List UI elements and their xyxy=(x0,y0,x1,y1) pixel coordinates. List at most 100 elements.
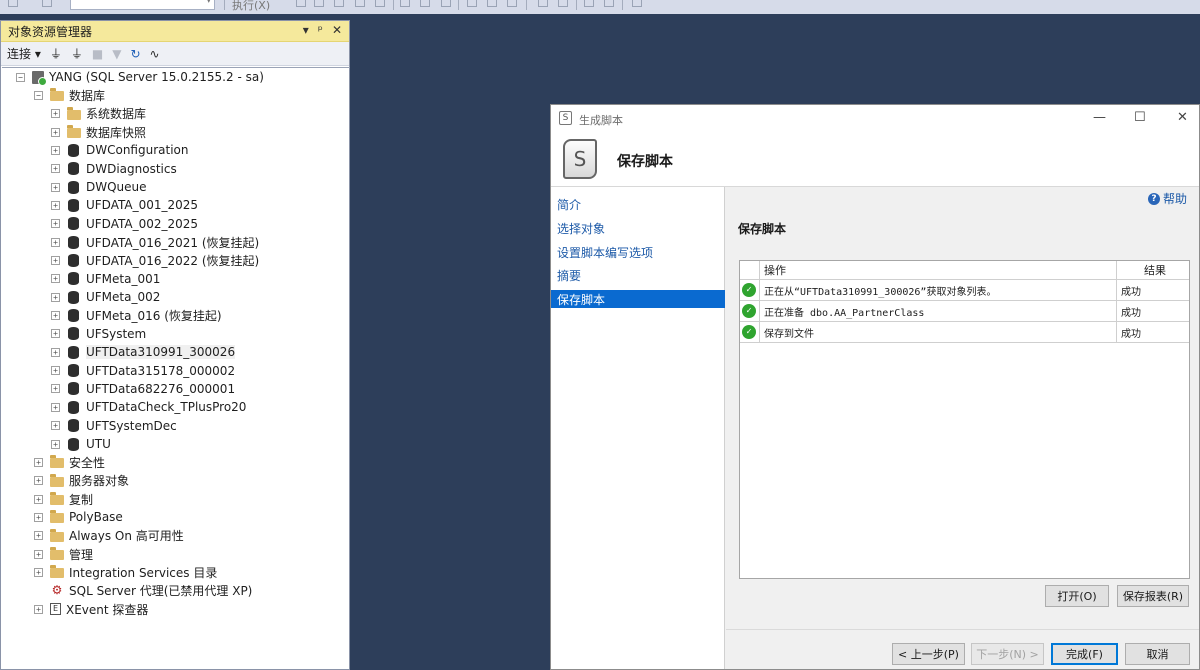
expand-icon[interactable]: + xyxy=(34,476,43,486)
toolbar-icon[interactable] xyxy=(604,0,614,7)
nav-item[interactable]: 设置脚本编写选项 xyxy=(551,243,725,261)
help-link[interactable]: ? 帮助 xyxy=(1147,190,1187,207)
toolbar-icon[interactable] xyxy=(538,0,548,7)
pin-icon[interactable]: ᵖ xyxy=(318,23,323,37)
close-icon[interactable]: ✕ xyxy=(332,23,342,37)
tree-node[interactable]: + UFTData315178_000002 xyxy=(51,362,235,380)
disconnect-icon[interactable]: ⏚ xyxy=(71,45,83,62)
expand-icon[interactable]: + xyxy=(51,200,60,210)
database-selector[interactable] xyxy=(70,0,215,10)
toolbar-icon[interactable] xyxy=(467,0,477,7)
tree-node[interactable]: + 管理 xyxy=(34,545,93,563)
toolbar-icon[interactable] xyxy=(334,0,344,7)
toolbar-icon[interactable] xyxy=(355,0,365,7)
tree-node[interactable]: + UFTData310991_300026 xyxy=(51,343,236,361)
tree-node[interactable]: + DWDiagnostics xyxy=(51,160,177,178)
dropdown-icon[interactable]: ▾ xyxy=(303,23,309,37)
maximize-button[interactable]: ☐ xyxy=(1134,110,1146,125)
grid-row[interactable]: ✓ 正在从“UFTData310991_300026”获取对象列表。 成功 xyxy=(740,280,1189,301)
expand-icon[interactable]: + xyxy=(34,494,43,504)
minimize-button[interactable]: — xyxy=(1093,110,1106,125)
expand-icon[interactable]: + xyxy=(51,311,60,321)
tree-node[interactable]: + 系统数据库 xyxy=(51,105,146,123)
toolbar-icon[interactable] xyxy=(507,0,517,7)
tree-node[interactable]: + UFDATA_001_2025 xyxy=(51,196,198,214)
tree-node[interactable]: + UTU xyxy=(51,435,111,453)
collapse-icon[interactable]: − xyxy=(16,72,25,82)
activity-monitor-icon[interactable]: ∿ xyxy=(150,47,160,61)
nav-item[interactable]: 摘要 xyxy=(551,266,725,284)
expand-icon[interactable]: + xyxy=(51,329,60,339)
tree-node[interactable]: + 服务器对象 xyxy=(34,472,129,490)
grid-row[interactable]: ✓ 正在准备 dbo.AA_PartnerClass 成功 xyxy=(740,301,1189,322)
expand-icon[interactable]: + xyxy=(34,531,43,541)
toolbar-icon[interactable] xyxy=(400,0,410,7)
expand-icon[interactable]: + xyxy=(34,604,43,614)
tree-node[interactable]: + UFMeta_002 xyxy=(51,288,160,306)
expand-icon[interactable]: + xyxy=(51,402,60,412)
close-button[interactable]: ✕ xyxy=(1177,110,1188,125)
finish-button[interactable]: 完成(F) xyxy=(1051,643,1118,665)
filter-icon[interactable]: ▼ xyxy=(112,47,121,61)
tree-node[interactable]: + UFSystem xyxy=(51,325,146,343)
nav-item[interactable]: 保存脚本 xyxy=(551,290,725,308)
expand-icon[interactable]: + xyxy=(51,274,60,284)
tree-node[interactable]: + 数据库快照 xyxy=(51,123,146,141)
connect-button[interactable]: 连接 ▾ xyxy=(7,45,41,62)
expand-icon[interactable]: + xyxy=(51,292,60,302)
prev-button[interactable]: < 上一步(P) xyxy=(892,643,965,665)
expand-icon[interactable]: + xyxy=(51,164,60,174)
toolbar-icon[interactable] xyxy=(375,0,385,7)
tree-node[interactable]: + PolyBase xyxy=(34,508,123,526)
execute-button[interactable]: 执行(X) xyxy=(232,0,270,13)
tree-node[interactable]: ⚙ SQL Server 代理(已禁用代理 XP) xyxy=(34,582,253,600)
stop-icon[interactable] xyxy=(296,0,306,7)
connect-icon[interactable]: ⏚ xyxy=(50,45,62,62)
toolbar-icon[interactable] xyxy=(558,0,568,7)
tree-node[interactable]: + Always On 高可用性 xyxy=(34,527,184,545)
tree-node[interactable]: + UFDATA_016_2022 (恢复挂起) xyxy=(51,252,259,270)
expand-icon[interactable]: + xyxy=(51,219,60,229)
expand-icon[interactable]: + xyxy=(51,127,60,137)
tree-node[interactable]: + 复制 xyxy=(34,490,93,508)
toolbar-icon[interactable] xyxy=(632,0,642,7)
tree-node[interactable]: + UFTSystemDec xyxy=(51,417,177,435)
nav-item[interactable]: 选择对象 xyxy=(551,219,725,237)
tree-node[interactable]: + UFDATA_016_2021 (恢复挂起) xyxy=(51,233,259,251)
expand-icon[interactable]: + xyxy=(51,366,60,376)
toolbar-icon[interactable] xyxy=(487,0,497,7)
tree-node[interactable]: + UFTDataCheck_TPlusPro20 xyxy=(51,398,246,416)
next-button[interactable]: 下一步(N) > xyxy=(971,643,1044,665)
tree-node[interactable]: + UFDATA_002_2025 xyxy=(51,215,198,233)
collapse-icon[interactable]: − xyxy=(34,90,43,100)
expand-icon[interactable]: + xyxy=(51,347,60,357)
expand-icon[interactable]: + xyxy=(34,457,43,467)
check-icon[interactable] xyxy=(314,0,324,7)
tree-node[interactable]: + E XEvent 探查器 xyxy=(34,600,148,618)
expand-icon[interactable]: + xyxy=(51,384,60,394)
nav-item[interactable]: 简介 xyxy=(551,195,725,213)
tree-node[interactable]: + UFMeta_001 xyxy=(51,270,160,288)
expand-icon[interactable]: + xyxy=(51,145,60,155)
expand-icon[interactable]: + xyxy=(51,109,60,119)
tree-node[interactable]: + Integration Services 目录 xyxy=(34,563,217,581)
save-report-button[interactable]: 保存报表(R) xyxy=(1117,585,1189,607)
expand-icon[interactable]: + xyxy=(34,512,43,522)
tree-node[interactable]: − 数据库 xyxy=(34,86,105,104)
expand-icon[interactable]: + xyxy=(51,421,60,431)
toolbar-icon[interactable] xyxy=(420,0,430,7)
expand-icon[interactable]: + xyxy=(51,439,60,449)
toolbar-icon[interactable] xyxy=(8,0,18,7)
expand-icon[interactable]: + xyxy=(34,549,43,559)
stop-icon[interactable]: ■ xyxy=(92,47,103,61)
cancel-button[interactable]: 取消 xyxy=(1125,643,1190,665)
expand-icon[interactable]: + xyxy=(51,256,60,265)
expand-icon[interactable]: + xyxy=(34,567,43,577)
tree-node[interactable]: + DWConfiguration xyxy=(51,141,189,159)
expand-icon[interactable]: + xyxy=(51,182,60,192)
open-button[interactable]: 打开(O) xyxy=(1045,585,1109,607)
toolbar-icon[interactable] xyxy=(584,0,594,7)
refresh-icon[interactable]: ↻ xyxy=(130,47,140,61)
tree-node[interactable]: + UFTData682276_000001 xyxy=(51,380,235,398)
expand-icon[interactable]: + xyxy=(51,237,60,247)
